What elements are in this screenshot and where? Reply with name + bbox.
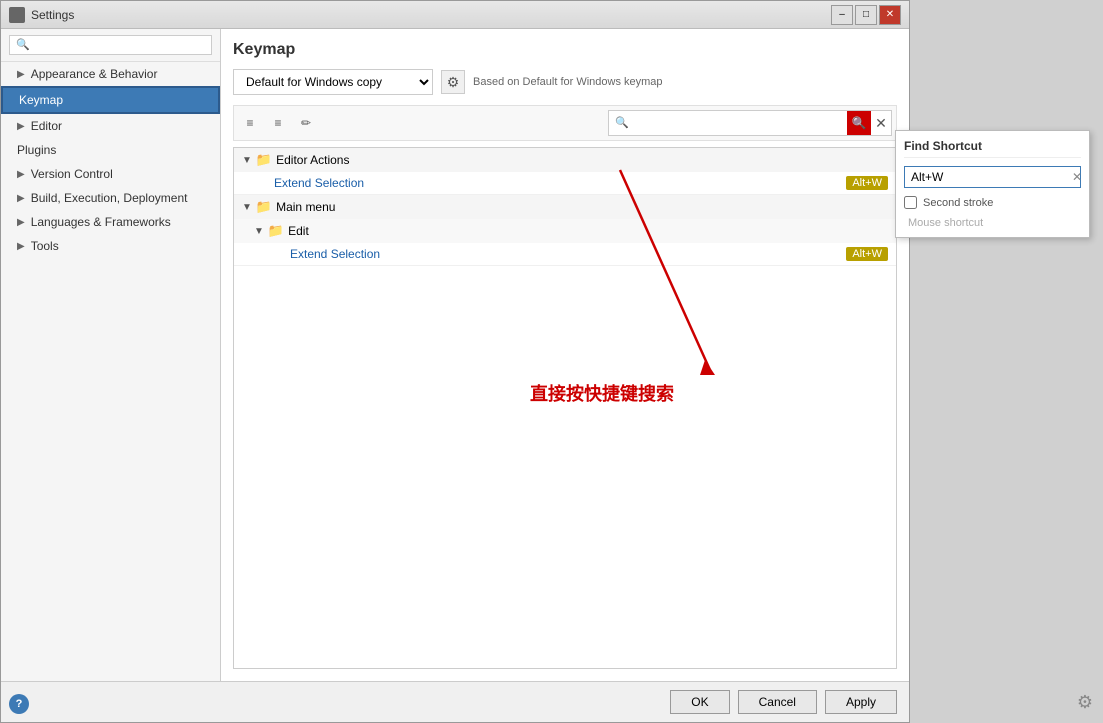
tree-subgroup-edit[interactable]: ▼ 📁 Edit [234,219,896,243]
tree-group-main-menu[interactable]: ▼ 📁 Main menu [234,195,896,219]
find-shortcut-input[interactable] [905,167,1072,187]
app-icon [9,7,25,23]
sidebar-item-label: Version Control [31,167,113,181]
arrow-icon: ▶ [17,69,25,80]
sidebar-item-label: Tools [31,239,59,253]
find-shortcut-button[interactable]: 🔍 [847,111,871,135]
sidebar-item-editor[interactable]: ▶ Editor [1,114,220,138]
window-title: Settings [31,8,831,22]
sidebar-item-label: Plugins [17,143,56,157]
keymap-search-input[interactable] [609,114,847,132]
tree-group-label: Editor Actions [276,153,349,167]
expand-arrow-icon: ▼ [242,155,252,166]
find-shortcut-second-stroke-row: Second stroke [904,196,1081,209]
sidebar-item-build[interactable]: ▶ Build, Execution, Deployment [1,186,220,210]
folder-icon: 📁 [268,223,284,239]
sidebar-item-label: Languages & Frameworks [31,215,171,229]
main-panel: Keymap Default for Windows copy ⚙ Based … [221,29,909,681]
expand-arrow-icon: ▼ [254,226,264,237]
minimize-button[interactable]: – [831,5,853,25]
title-bar-buttons: – □ ✕ [831,5,901,25]
help-area: ? [9,694,29,714]
second-stroke-label: Second stroke [923,197,993,209]
second-stroke-checkbox[interactable] [904,196,917,209]
right-panel: ⚙ [910,0,1103,723]
shortcut-badge: Alt+W [846,176,888,190]
maximize-button[interactable]: □ [855,5,877,25]
keymap-toolbar: ≡ ≡ ✏ 🔍 ✕ [233,105,897,141]
sidebar-search-input[interactable] [9,35,212,55]
sidebar-item-appearance-behavior[interactable]: ▶ Appearance & Behavior [1,62,220,86]
find-shortcut-panel: Find Shortcut ✕ Second stroke Mouse shor… [895,130,1090,238]
arrow-icon: ▶ [17,193,25,204]
arrow-icon: ▶ [17,121,25,132]
tree-group-editor-actions[interactable]: ▼ 📁 Editor Actions [234,148,896,172]
help-button[interactable]: ? [9,694,29,714]
sidebar-item-languages[interactable]: ▶ Languages & Frameworks [1,210,220,234]
tree-item-label: Extend Selection [290,247,846,261]
sidebar: ▶ Appearance & Behavior Keymap ▶ Editor … [1,29,221,681]
folder-icon: 📁 [256,199,272,215]
shortcut-badge: Alt+W [846,247,888,261]
arrow-icon: ▶ [17,217,25,228]
find-shortcut-title: Find Shortcut [904,139,1081,158]
close-button[interactable]: ✕ [879,5,901,25]
find-shortcut-input-wrapper: ✕ [904,166,1081,188]
folder-icon: 📁 [256,152,272,168]
keymap-tree: ▼ 📁 Editor Actions Extend Selection Alt+… [233,147,897,669]
find-shortcut-clear-button[interactable]: ✕ [1072,168,1082,186]
toolbar-align-left-button[interactable]: ≡ [238,112,262,134]
tree-item-label: Extend Selection [274,176,846,190]
tree-item-extend-selection-2[interactable]: Extend Selection Alt+W [234,243,896,266]
sidebar-item-label: Keymap [19,93,63,107]
cancel-button[interactable]: Cancel [738,690,817,714]
keymap-controls: Default for Windows copy ⚙ Based on Defa… [233,69,897,95]
keymap-settings-button[interactable]: ⚙ [441,70,465,94]
sidebar-item-tools[interactable]: ▶ Tools [1,234,220,258]
sidebar-item-version-control[interactable]: ▶ Version Control [1,162,220,186]
sidebar-item-plugins[interactable]: Plugins [1,138,220,162]
expand-arrow-icon: ▼ [242,202,252,213]
sidebar-item-label: Appearance & Behavior [31,67,158,81]
tree-item-extend-selection-1[interactable]: Extend Selection Alt+W [234,172,896,195]
dialog-footer: ? OK Cancel Apply [1,681,909,722]
sidebar-item-label: Editor [31,119,62,133]
tree-group-label: Main menu [276,200,335,214]
toolbar-indent-button[interactable]: ≡ [266,112,290,134]
sidebar-item-label: Build, Execution, Deployment [31,191,188,205]
title-bar: Settings – □ ✕ [1,1,909,29]
sidebar-item-keymap[interactable]: Keymap [1,86,220,114]
toolbar-edit-button[interactable]: ✏ [294,112,318,134]
gear-icon: ⚙ [1077,692,1093,712]
content-area: ▶ Appearance & Behavior Keymap ▶ Editor … [1,29,909,681]
page-title: Keymap [233,41,897,59]
ok-button[interactable]: OK [670,690,729,714]
arrow-icon: ▶ [17,169,25,180]
apply-button[interactable]: Apply [825,690,897,714]
search-box: 🔍 ✕ [608,110,892,136]
keymap-select[interactable]: Default for Windows copy [233,69,433,95]
based-on-text: Based on Default for Windows keymap [473,76,663,88]
arrow-icon: ▶ [17,241,25,252]
settings-window: Settings – □ ✕ ▶ Appearance & Behavior K… [0,0,910,723]
mouse-shortcut-label: Mouse shortcut [904,217,1081,229]
tree-subgroup-label: Edit [288,224,309,238]
close-search-button[interactable]: ✕ [871,113,891,133]
sidebar-search-area [1,29,220,62]
